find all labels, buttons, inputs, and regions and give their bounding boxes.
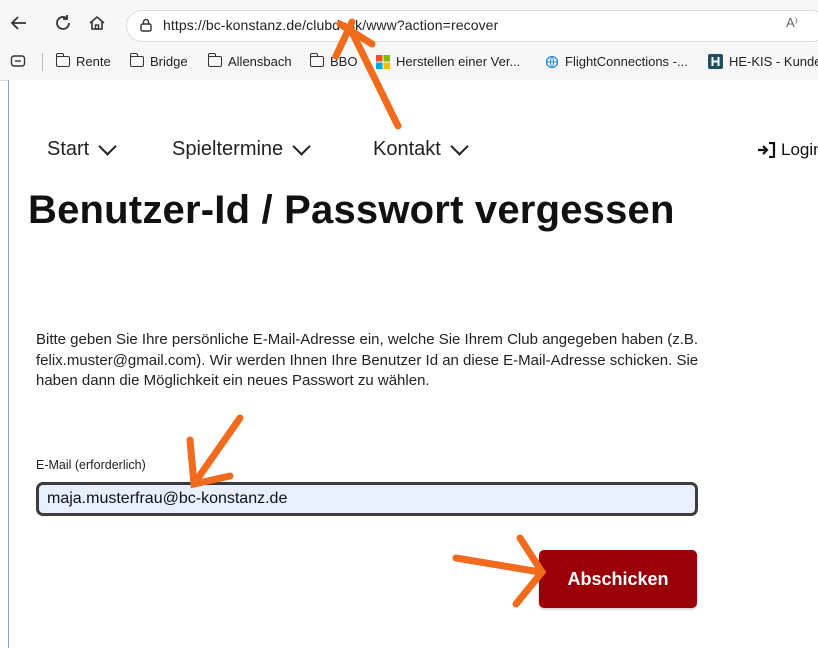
- bookmark-label: Herstellen einer Ver...: [396, 54, 521, 69]
- bookmarks-bar: Rente Bridge Allensbach BBO Herstellen e…: [0, 46, 818, 78]
- nav-item-kontakt[interactable]: Kontakt: [373, 137, 469, 161]
- chevron-down-icon: [98, 137, 117, 156]
- chevron-down-icon: [450, 137, 469, 156]
- nav-item-label: Start: [47, 138, 90, 160]
- globe-icon: [545, 55, 559, 68]
- nav-item-label: Spieltermine: [172, 138, 284, 160]
- bookmark-allensbach[interactable]: Allensbach: [207, 53, 292, 69]
- login-link[interactable]: Login: [757, 140, 818, 160]
- microsoft-logo-icon: [376, 54, 390, 69]
- bookmark-label: HE-KIS - Kunde: [729, 54, 818, 69]
- login-label: Login: [781, 140, 818, 159]
- back-icon[interactable]: [6, 10, 32, 36]
- lock-icon[interactable]: [139, 18, 153, 32]
- login-icon: [758, 142, 776, 158]
- chevron-down-icon: [292, 137, 311, 156]
- bookmark-bbo[interactable]: BBO: [309, 53, 358, 69]
- nav-item-start[interactable]: Start: [47, 137, 117, 161]
- bookmark-bridge[interactable]: Bridge: [129, 53, 188, 69]
- email-label: E-Mail (erforderlich): [36, 458, 146, 472]
- url-text[interactable]: https://bc-konstanz.de/clubdesk/www?acti…: [163, 17, 498, 33]
- web-page: Start Spieltermine Kontakt Login Benutze…: [8, 80, 818, 648]
- address-bar[interactable]: https://bc-konstanz.de/clubdesk/www?acti…: [126, 10, 818, 42]
- bookmark-label: BBO: [330, 54, 358, 69]
- bookmark-label: Bridge: [150, 54, 188, 69]
- bookmark-herstellen[interactable]: Herstellen einer Ver...: [376, 54, 520, 69]
- submit-button[interactable]: Abschicken: [539, 550, 697, 608]
- bookmark-flightconnections[interactable]: FlightConnections -...: [545, 54, 688, 69]
- bookmark-label: Rente: [76, 54, 111, 69]
- page-title: Benutzer-Id / Passwort vergessen: [28, 188, 675, 232]
- bookmark-he-kis[interactable]: HE-KIS - Kunde: [708, 54, 818, 69]
- folder-icon: [309, 53, 324, 67]
- browser-chrome: https://bc-konstanz.de/clubdesk/www?acti…: [0, 0, 818, 81]
- bookmarks-collections-icon[interactable]: [10, 54, 26, 68]
- nav-item-spieltermine[interactable]: Spieltermine: [172, 137, 311, 161]
- bookmark-label: Allensbach: [228, 54, 292, 69]
- email-field[interactable]: [36, 482, 698, 516]
- bookmarks-divider: [42, 53, 43, 71]
- nav-item-label: Kontakt: [373, 138, 441, 160]
- bookmark-rente[interactable]: Rente: [55, 53, 111, 69]
- folder-icon: [207, 53, 222, 67]
- intro-text: Bitte geben Sie Ihre persönliche E-Mail-…: [36, 331, 699, 389]
- refresh-icon[interactable]: [50, 10, 76, 36]
- he-kis-logo-icon: [708, 54, 723, 69]
- folder-icon: [55, 53, 70, 67]
- bookmark-label: FlightConnections -...: [565, 54, 688, 69]
- read-aloud-icon[interactable]: A⁾: [786, 15, 798, 31]
- browser-toolbar: https://bc-konstanz.de/clubdesk/www?acti…: [0, 0, 818, 46]
- home-icon[interactable]: [84, 10, 110, 36]
- folder-icon: [129, 53, 144, 67]
